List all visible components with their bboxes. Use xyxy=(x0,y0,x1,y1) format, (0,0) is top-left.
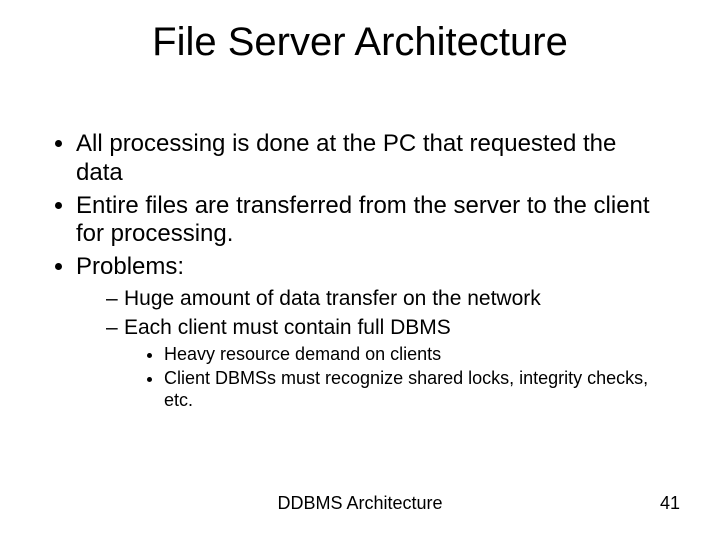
bullet-item: Huge amount of data transfer on the netw… xyxy=(106,286,664,311)
slide-body: All processing is done at the PC that re… xyxy=(54,130,664,415)
bullet-item: Heavy resource demand on clients xyxy=(164,344,664,366)
footer-center: DDBMS Architecture xyxy=(0,493,720,514)
bullet-item: Each client must contain full DBMS Heavy… xyxy=(106,315,664,411)
bullet-item: Problems: Huge amount of data transfer o… xyxy=(76,253,664,411)
bullet-list-level1: All processing is done at the PC that re… xyxy=(54,130,664,411)
page-number: 41 xyxy=(660,493,680,514)
slide-title: File Server Architecture xyxy=(0,20,720,65)
bullet-item: Entire files are transferred from the se… xyxy=(76,192,664,250)
slide: File Server Architecture All processing … xyxy=(0,0,720,540)
bullet-text: Each client must contain full DBMS xyxy=(124,316,451,339)
bullet-item: All processing is done at the PC that re… xyxy=(76,130,664,188)
bullet-list-level2: Huge amount of data transfer on the netw… xyxy=(76,286,664,411)
bullet-item: Client DBMSs must recognize shared locks… xyxy=(164,368,664,411)
bullet-text: Problems: xyxy=(76,253,184,280)
bullet-list-level3: Heavy resource demand on clients Client … xyxy=(124,344,664,411)
